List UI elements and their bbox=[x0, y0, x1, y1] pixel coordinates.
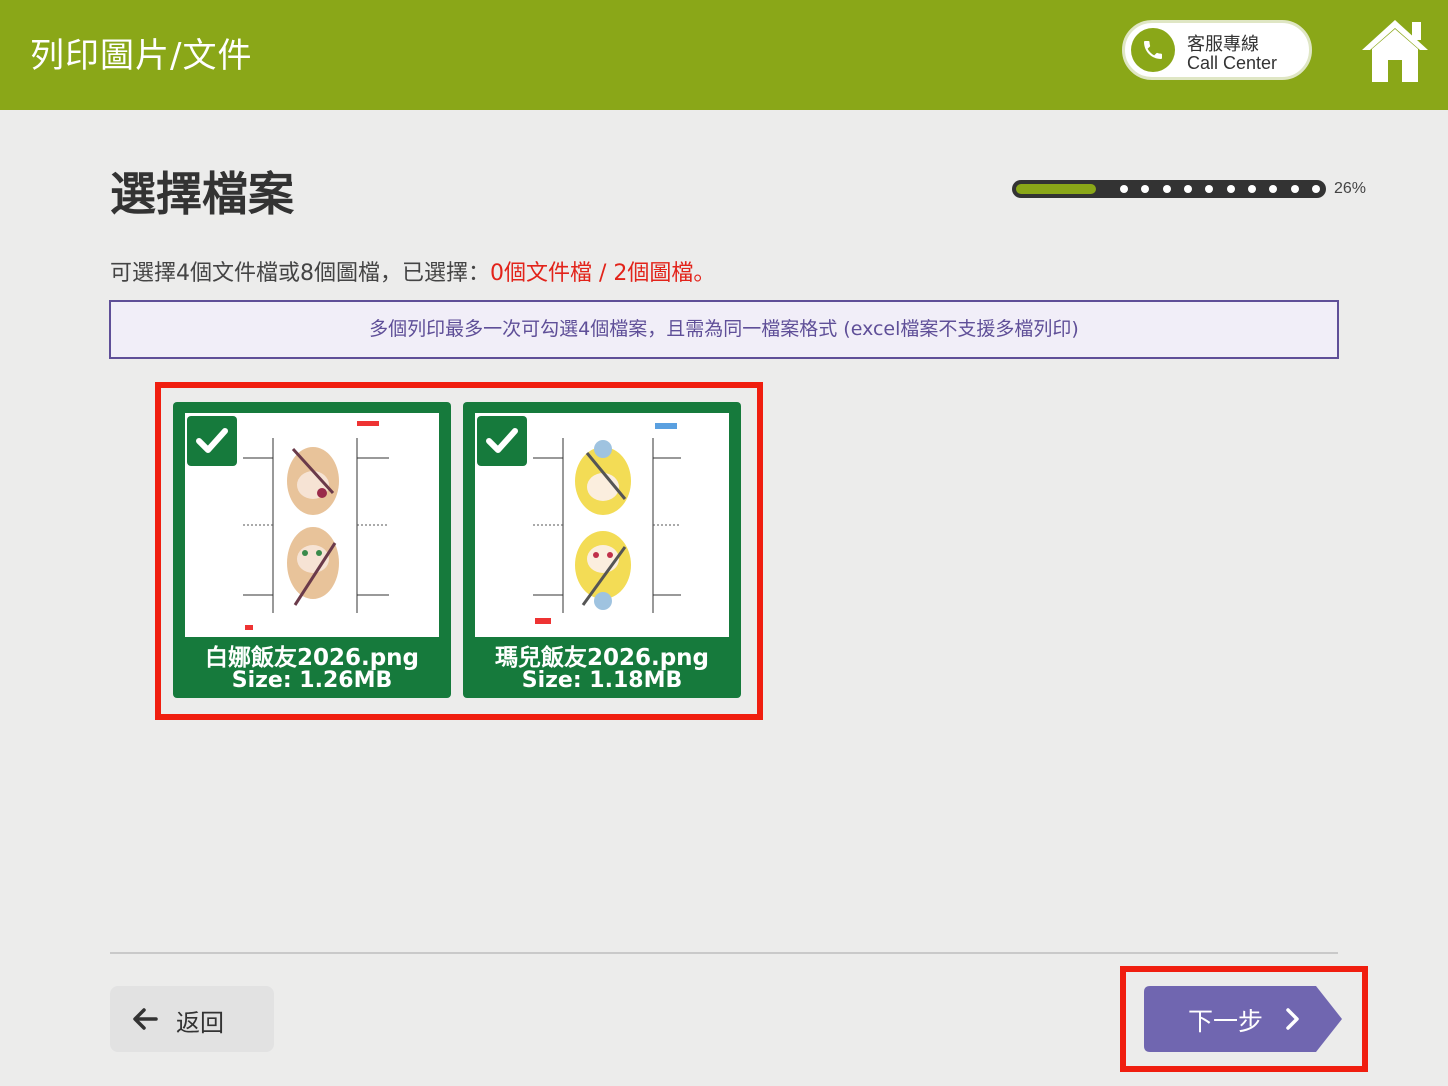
progress-label: 26% bbox=[1334, 180, 1367, 197]
selection-info-prefix: 可選擇4個文件檔或8個圖檔，已選擇： bbox=[110, 261, 490, 286]
progress-fill bbox=[1016, 184, 1096, 194]
footer-divider bbox=[110, 952, 1338, 954]
multi-print-notice: 多個列印最多一次可勾選4個檔案，且需為同一檔案格式 (excel檔案不支援多檔列… bbox=[109, 300, 1339, 359]
phone-icon bbox=[1131, 28, 1175, 72]
top-header: 列印圖片/文件 客服專線 Call Center bbox=[0, 0, 1448, 110]
call-center-button[interactable]: 客服專線 Call Center bbox=[1122, 20, 1312, 80]
back-button-label: 返回 bbox=[176, 1009, 224, 1037]
back-button[interactable]: 返回 bbox=[110, 986, 274, 1052]
progress-dots bbox=[1120, 185, 1320, 193]
progress-bar bbox=[1012, 180, 1326, 198]
arrow-left-icon bbox=[133, 1008, 158, 1030]
selection-info: 可選擇4個文件檔或8個圖檔，已選擇：0個文件檔 / 2個圖檔。 bbox=[110, 255, 715, 287]
header-title: 列印圖片/文件 bbox=[30, 36, 253, 76]
selection-info-suffix: 。 bbox=[693, 261, 716, 286]
home-icon[interactable] bbox=[1360, 16, 1430, 86]
next-highlight-annotation bbox=[1120, 966, 1368, 1072]
files-highlight-annotation bbox=[155, 382, 763, 720]
selection-count: 0個文件檔 / 2個圖檔 bbox=[490, 261, 694, 286]
page-title: 選擇檔案 bbox=[110, 167, 294, 221]
call-center-label-en: Call Center bbox=[1187, 53, 1278, 73]
